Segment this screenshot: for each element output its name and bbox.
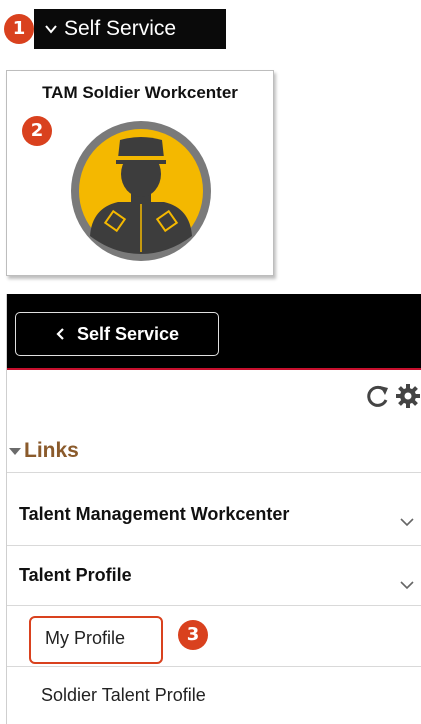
nav-group-talent-profile[interactable]: Talent Profile <box>7 547 421 605</box>
divider <box>7 666 421 667</box>
step-badge-1: 1 <box>4 14 34 44</box>
tile-title: TAM Soldier Workcenter <box>42 83 238 102</box>
step-badge-2: 2 <box>22 116 52 146</box>
refresh-icon[interactable] <box>365 383 391 409</box>
back-to-self-service-button[interactable]: Self Service <box>15 312 219 356</box>
nav-item-soldier-talent-profile[interactable]: Soldier Talent Profile <box>41 685 206 706</box>
back-button-label: Self Service <box>76 323 180 344</box>
navigation-panel: Self Service Links Talent Management Wor… <box>6 294 421 724</box>
chevron-down-icon <box>400 581 414 590</box>
links-section-toggle[interactable]: Links <box>7 439 79 463</box>
soldier-avatar-icon <box>71 121 211 261</box>
self-service-menu-button[interactable]: Self Service <box>34 9 226 49</box>
chevron-down-icon <box>45 25 57 34</box>
nav-header: Self Service <box>7 294 421 370</box>
nav-group-label: Talent Management Workcenter <box>19 504 290 524</box>
nav-group-talent-management-workcenter[interactable]: Talent Management Workcenter <box>7 474 421 544</box>
self-service-menu-label: Self Service <box>64 17 177 40</box>
divider <box>7 472 421 473</box>
nav-item-my-profile[interactable]: My Profile <box>45 628 125 649</box>
step-badge-3: 3 <box>178 620 208 650</box>
chevron-down-icon <box>400 518 414 527</box>
nav-group-label: Talent Profile <box>19 565 132 585</box>
chevron-left-icon <box>56 328 64 340</box>
triangle-down-icon <box>9 447 21 455</box>
nav-toolbar <box>361 382 421 410</box>
gear-icon[interactable] <box>395 383 421 409</box>
links-heading: Links <box>24 439 79 462</box>
divider <box>7 605 421 606</box>
divider <box>7 545 421 546</box>
tam-soldier-workcenter-tile[interactable]: TAM Soldier Workcenter <box>6 70 274 276</box>
